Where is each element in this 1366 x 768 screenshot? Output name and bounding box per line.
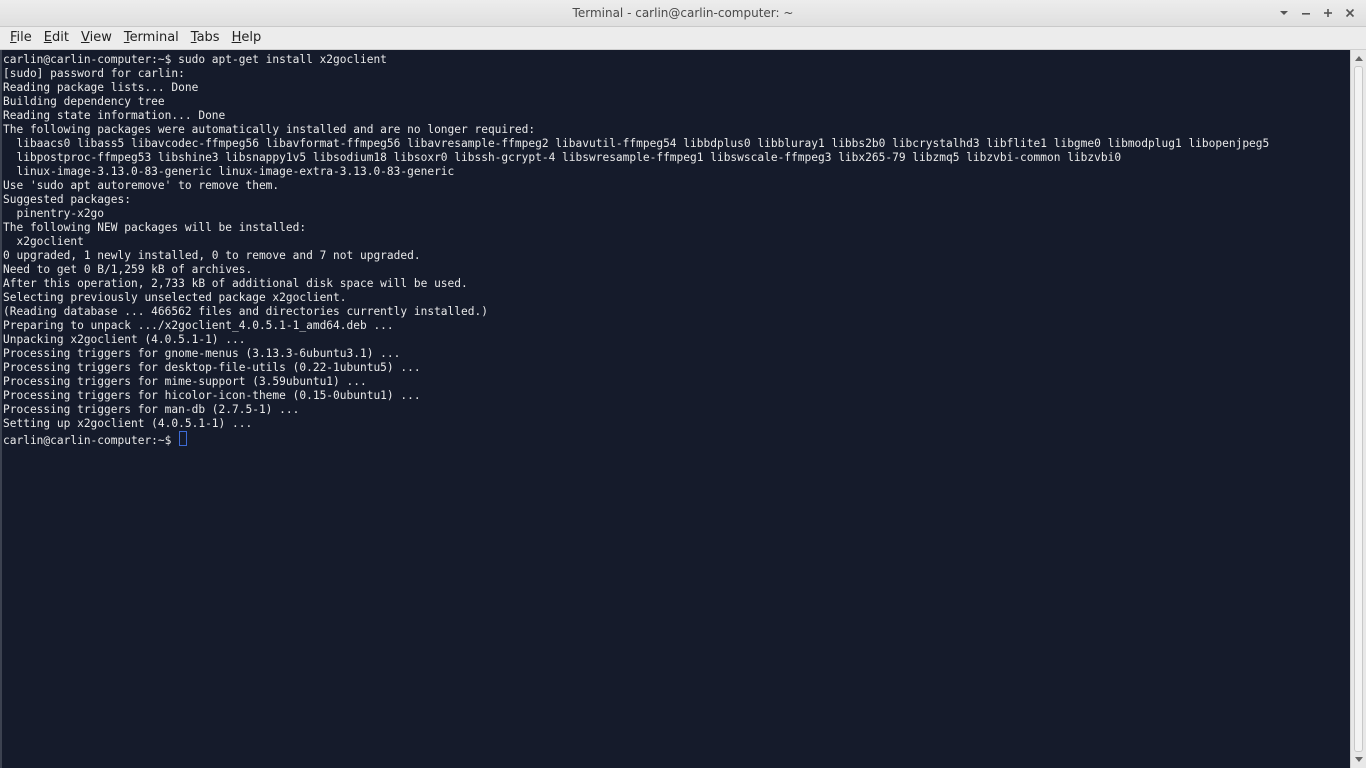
menu-help-label: elp: [241, 30, 262, 45]
terminal-line: The following packages were automaticall…: [3, 123, 536, 136]
chevron-down-icon[interactable]: [1276, 5, 1292, 21]
menu-file-label: ile: [16, 30, 32, 45]
terminal-window: Terminal - carlin@carlin-computer: ~ Fil…: [0, 0, 1366, 768]
window-title: Terminal - carlin@carlin-computer: ~: [572, 6, 794, 20]
terminal-line: Reading package lists... Done: [3, 81, 199, 94]
terminal-line: Setting up x2goclient (4.0.5.1-1) ...: [3, 417, 253, 430]
terminal-line: libaacs0 libass5 libavcodec-ffmpeg56 lib…: [3, 137, 1270, 150]
title-bar[interactable]: Terminal - carlin@carlin-computer: ~: [0, 0, 1366, 27]
scrollbar-thumb[interactable]: [1354, 66, 1363, 752]
terminal-line: Need to get 0 B/1,259 kB of archives.: [3, 263, 253, 276]
menu-help-mnemonic: H: [231, 30, 242, 45]
terminal-prompt-line[interactable]: carlin@carlin-computer:~$: [3, 431, 1348, 447]
menu-terminal-label: erminal: [129, 30, 179, 45]
terminal-line: Processing triggers for mime-support (3.…: [3, 375, 367, 388]
terminal-line: linux-image-3.13.0-83-generic linux-imag…: [3, 165, 455, 178]
terminal-line: Reading state information... Done: [3, 109, 226, 122]
terminal-line: Suggested packages:: [3, 193, 131, 206]
terminal-line: Processing triggers for hicolor-icon-the…: [3, 389, 421, 402]
terminal-line: [sudo] password for carlin:: [3, 67, 185, 80]
terminal-line: Processing triggers for man-db (2.7.5-1)…: [3, 403, 300, 416]
terminal-line: Preparing to unpack .../x2goclient_4.0.5…: [3, 319, 394, 332]
terminal-line: Processing triggers for desktop-file-uti…: [3, 361, 421, 374]
terminal-output[interactable]: carlin@carlin-computer:~$ sudo apt-get i…: [3, 53, 1348, 447]
menu-view-label: iew: [89, 30, 112, 45]
vertical-scrollbar[interactable]: [1350, 50, 1366, 768]
window-controls: [1276, 0, 1358, 26]
close-icon[interactable]: [1342, 5, 1358, 21]
terminal-area[interactable]: carlin@carlin-computer:~$ sudo apt-get i…: [0, 50, 1366, 768]
terminal-line: Unpacking x2goclient (4.0.5.1-1) ...: [3, 333, 246, 346]
menu-file[interactable]: File: [4, 27, 38, 49]
scroll-down-icon[interactable]: [1351, 754, 1366, 766]
terminal-line: Use 'sudo apt autoremove' to remove them…: [3, 179, 280, 192]
terminal-line: pinentry-x2go: [3, 207, 105, 220]
menu-help[interactable]: Help: [226, 27, 268, 49]
minimize-icon[interactable]: [1298, 5, 1314, 21]
text-cursor: [179, 431, 188, 446]
menu-tabs[interactable]: Tabs: [185, 27, 226, 49]
menu-view-mnemonic: V: [80, 30, 90, 45]
scroll-up-icon[interactable]: [1351, 52, 1366, 64]
terminal-line: After this operation, 2,733 kB of additi…: [3, 277, 468, 290]
menu-bar: File Edit View Terminal Tabs Help: [0, 27, 1366, 50]
terminal-line: Processing triggers for gnome-menus (3.1…: [3, 347, 401, 360]
menu-view[interactable]: View: [75, 27, 118, 49]
menu-edit[interactable]: Edit: [38, 27, 75, 49]
menu-tabs-label: abs: [196, 30, 220, 45]
menu-edit-mnemonic: E: [43, 30, 52, 45]
menu-terminal[interactable]: Terminal: [118, 27, 185, 49]
terminal-line: 0 upgraded, 1 newly installed, 0 to remo…: [3, 249, 421, 262]
terminal-prompt: carlin@carlin-computer:~$: [3, 434, 179, 447]
menu-edit-label: dit: [52, 30, 69, 45]
terminal-line: carlin@carlin-computer:~$ sudo apt-get i…: [3, 53, 387, 66]
terminal-line: (Reading database ... 466562 files and d…: [3, 305, 488, 318]
maximize-icon[interactable]: [1320, 5, 1336, 21]
terminal-line: The following NEW packages will be insta…: [3, 221, 307, 234]
terminal-line: Building dependency tree: [3, 95, 165, 108]
terminal-line: libpostproc-ffmpeg53 libshine3 libsnappy…: [3, 151, 1122, 164]
terminal-line: x2goclient: [3, 235, 84, 248]
terminal-line: Selecting previously unselected package …: [3, 291, 347, 304]
